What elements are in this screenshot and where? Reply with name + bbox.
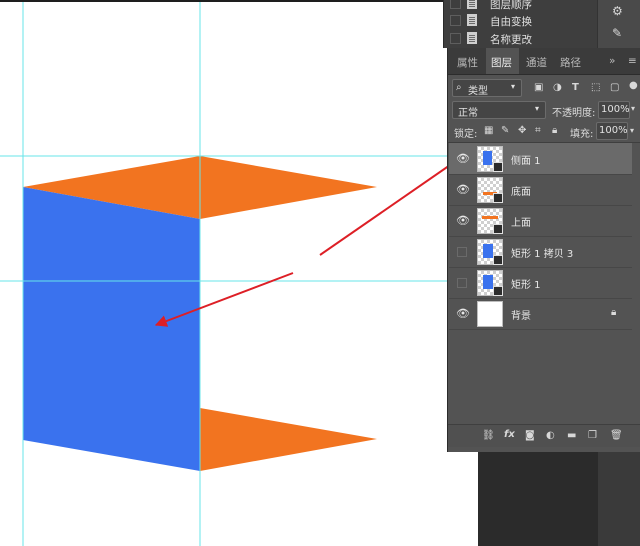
adjustment-icon[interactable]: ◐ bbox=[546, 431, 555, 441]
fx-icon[interactable]: fx bbox=[504, 430, 515, 440]
layers-bottom-bar: ⛓ fx ◙ ◐ ▬ ❐ 🗑︎ bbox=[448, 424, 640, 447]
layer-row-rect-1[interactable]: 矩形 1 bbox=[449, 267, 632, 299]
document-icon bbox=[467, 0, 477, 9]
image-filter-icon[interactable]: ▣ bbox=[534, 83, 543, 93]
blend-mode-select[interactable]: 正常 ▾ bbox=[452, 101, 546, 119]
brush-tool-icon[interactable]: ✎ bbox=[612, 27, 622, 39]
link-icon[interactable]: ⛓ bbox=[482, 431, 495, 441]
new-layer-icon[interactable]: ❐ bbox=[588, 431, 597, 441]
document-icon bbox=[467, 14, 477, 26]
tab-properties[interactable]: 属性 bbox=[457, 55, 478, 70]
history-checkbox[interactable] bbox=[450, 0, 461, 9]
thumb-shape bbox=[483, 275, 493, 289]
tab-channels[interactable]: 通道 bbox=[526, 55, 547, 70]
vector-badge-icon bbox=[493, 193, 503, 203]
layer-thumbnail bbox=[477, 146, 503, 172]
visibility-toggle[interactable] bbox=[457, 278, 467, 288]
layer-name[interactable]: 上面 bbox=[511, 214, 531, 229]
lock-pixels-icon[interactable]: ✎ bbox=[501, 126, 509, 136]
layer-thumbnail bbox=[477, 208, 503, 234]
layers-panel: 属性 图层 通道 路径 » ≡ ⌕ 类型 ▾ ▣ ◑ T ⬚ ▢ ● 正常 ▾ … bbox=[447, 48, 640, 452]
filter-toggle-icon[interactable]: ● bbox=[629, 81, 638, 91]
history-item-label: 自由变换 bbox=[490, 16, 532, 28]
layer-thumbnail bbox=[477, 270, 503, 296]
visibility-toggle[interactable] bbox=[457, 247, 467, 257]
shape-filter-icon[interactable]: ⬚ bbox=[591, 83, 600, 93]
panel-menu-icon[interactable]: ≡ bbox=[628, 55, 637, 67]
fill-input[interactable]: 100% bbox=[596, 122, 628, 140]
lock-position-icon[interactable]: ✥ bbox=[518, 126, 526, 136]
history-checkbox[interactable] bbox=[450, 15, 461, 26]
history-side-toolbar: ⚙ ✎ bbox=[597, 0, 640, 48]
folder-icon[interactable]: ▬ bbox=[567, 431, 576, 441]
layer-thumbnail bbox=[477, 177, 503, 203]
thumb-shape bbox=[483, 244, 493, 258]
mask-icon[interactable]: ◙ bbox=[525, 431, 535, 441]
search-icon: ⌕ bbox=[456, 82, 462, 93]
opacity-dropdown-icon[interactable]: ▾ bbox=[631, 104, 635, 114]
panel-more-icon[interactable]: » bbox=[609, 55, 615, 67]
thumb-shape bbox=[482, 216, 498, 219]
vector-badge-icon bbox=[493, 255, 503, 265]
blend-mode-value: 正常 bbox=[458, 108, 478, 119]
layer-row-background[interactable]: 👁︎ 背景 🔒︎ bbox=[449, 298, 632, 330]
lock-artboard-icon[interactable]: ⌗ bbox=[535, 126, 541, 136]
text-filter-icon[interactable]: T bbox=[572, 83, 579, 93]
smart-object-filter-icon[interactable]: ▢ bbox=[610, 83, 619, 93]
layer-name[interactable]: 矩形 1 拷贝 3 bbox=[511, 245, 573, 260]
adjustment-filter-icon[interactable]: ◑ bbox=[553, 83, 562, 93]
layer-row-rect-copy-3[interactable]: 矩形 1 拷贝 3 bbox=[449, 236, 632, 268]
lock-all-icon[interactable]: 🔒︎ bbox=[552, 126, 557, 136]
vector-badge-icon bbox=[493, 286, 503, 296]
tab-paths[interactable]: 路径 bbox=[560, 55, 581, 70]
vector-badge-icon bbox=[493, 162, 503, 172]
layer-name[interactable]: 侧面 1 bbox=[511, 152, 541, 167]
layer-row-side[interactable]: 👁︎ 侧面 1 bbox=[449, 143, 632, 175]
eye-icon[interactable]: 👁︎ bbox=[456, 153, 470, 164]
layer-name[interactable]: 矩形 1 bbox=[511, 276, 541, 291]
chevron-down-icon: ▾ bbox=[535, 104, 540, 113]
eye-icon[interactable]: 👁︎ bbox=[456, 184, 470, 195]
panel-tab-bar: 属性 图层 通道 路径 » ≡ bbox=[448, 48, 640, 75]
fill-label: 填充: bbox=[570, 129, 594, 140]
layer-row-top[interactable]: 👁︎ 上面 bbox=[449, 205, 632, 237]
chevron-down-icon: ▾ bbox=[511, 82, 516, 91]
tab-layers[interactable]: 图层 bbox=[491, 55, 512, 70]
history-item[interactable]: 名称更改 bbox=[444, 29, 599, 48]
history-checkbox[interactable] bbox=[450, 33, 461, 44]
layer-thumbnail bbox=[477, 239, 503, 265]
opacity-input[interactable]: 100% bbox=[598, 101, 630, 119]
layer-name[interactable]: 底面 bbox=[511, 183, 531, 198]
lock-label: 锁定: bbox=[454, 129, 478, 140]
history-item-label: 名称更改 bbox=[490, 34, 532, 46]
lock-icon: 🔒︎ bbox=[611, 307, 617, 318]
layer-filter-select[interactable]: ⌕ 类型 ▾ bbox=[452, 79, 522, 97]
vector-badge-icon bbox=[493, 224, 503, 234]
tool-icon[interactable]: ⚙ bbox=[612, 5, 623, 17]
opacity-value: 100% bbox=[601, 104, 630, 115]
layer-name[interactable]: 背景 bbox=[511, 307, 531, 322]
layer-thumbnail bbox=[477, 301, 503, 327]
opacity-label: 不透明度: bbox=[552, 108, 596, 119]
fill-value: 100% bbox=[599, 125, 628, 136]
eye-icon[interactable]: 👁︎ bbox=[456, 308, 470, 319]
lock-transparent-icon[interactable]: ▦ bbox=[484, 126, 493, 136]
document-icon bbox=[467, 32, 477, 44]
layer-row-bottom[interactable]: 👁︎ 底面 bbox=[449, 174, 632, 206]
fill-dropdown-icon[interactable]: ▾ bbox=[630, 126, 634, 136]
thumb-shape bbox=[483, 151, 492, 165]
eye-icon[interactable]: 👁︎ bbox=[456, 215, 470, 226]
side-face bbox=[23, 187, 200, 471]
trash-icon[interactable]: 🗑︎ bbox=[610, 431, 623, 441]
filter-label: 类型 bbox=[468, 86, 488, 97]
workspace-side-strip bbox=[598, 452, 640, 546]
history-item[interactable]: 自由变换 bbox=[444, 11, 599, 30]
